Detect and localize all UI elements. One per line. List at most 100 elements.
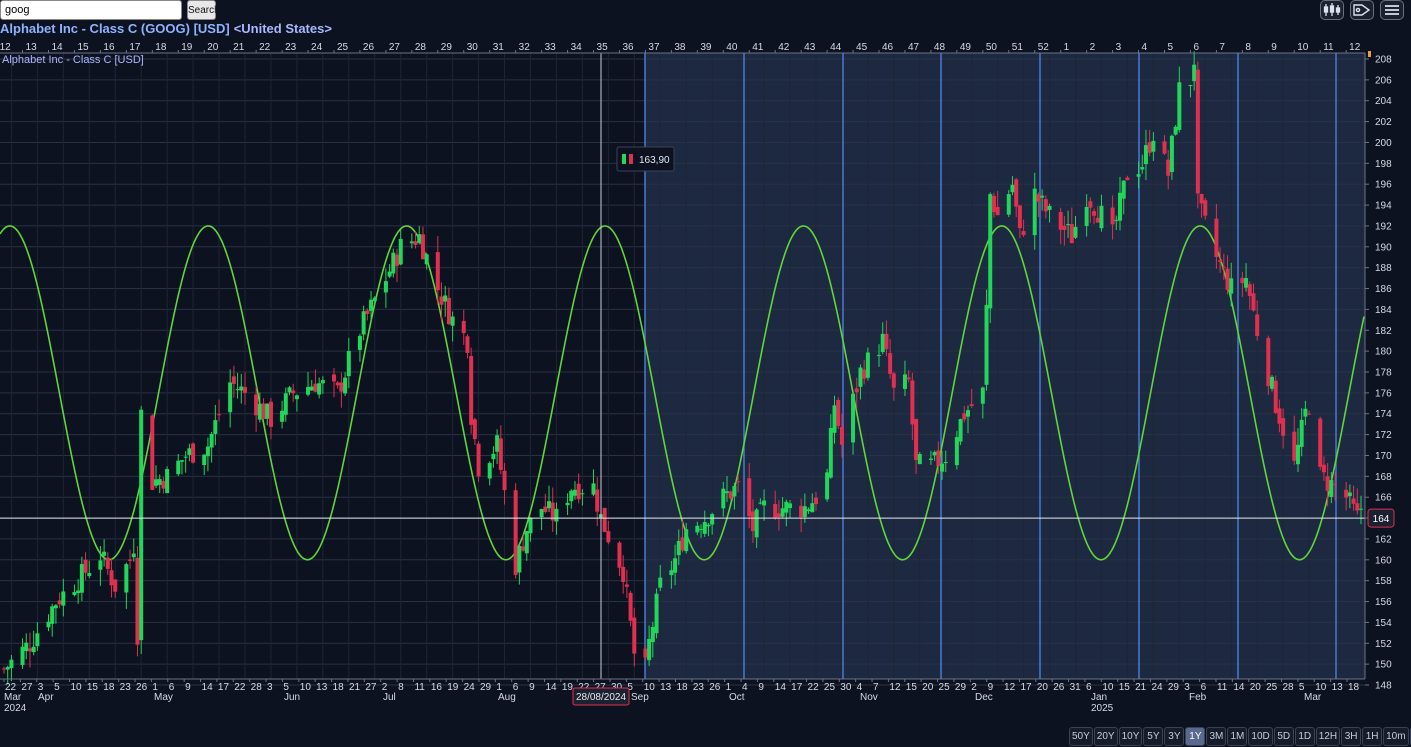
- week-label: 31: [493, 42, 505, 53]
- candle: [461, 309, 466, 345]
- candle: [61, 578, 66, 617]
- timeframe-button-1m[interactable]: 1M: [1227, 727, 1248, 746]
- candle: [417, 226, 422, 245]
- timeframe-button-1y[interactable]: 1Y: [1185, 727, 1206, 746]
- y-tick-label: 176: [1375, 388, 1392, 399]
- day-label: 10: [71, 682, 83, 693]
- candle: [50, 603, 55, 637]
- timeframe-button-10d[interactable]: 10D: [1248, 727, 1273, 746]
- candle: [313, 369, 318, 393]
- timeframe-button-3m[interactable]: 3M: [1206, 727, 1227, 746]
- day-label: 24: [1151, 682, 1163, 693]
- timeframe-button-10y[interactable]: 10Y: [1118, 727, 1143, 746]
- candle: [268, 397, 273, 440]
- day-label: 5: [54, 682, 60, 693]
- candle: [165, 466, 170, 494]
- timeframe-button-3y[interactable]: 3Y: [1164, 727, 1185, 746]
- timeframe-button-10m[interactable]: 10m: [1383, 727, 1409, 746]
- day-label: 18: [103, 682, 115, 693]
- chart-layer: [0, 51, 1366, 686]
- price-chart[interactable]: Alphabet Inc - Class C [USD] 14815015215…: [0, 0, 1411, 747]
- candle: [617, 541, 622, 576]
- week-label: 27: [389, 42, 401, 53]
- candle: [395, 248, 400, 283]
- timeframe-button-50y[interactable]: 50Y: [1069, 727, 1093, 746]
- candle: [242, 372, 247, 405]
- day-label: 29: [480, 682, 492, 693]
- week-label: 36: [622, 42, 634, 53]
- day-label: 18: [333, 682, 345, 693]
- candle: [27, 632, 32, 668]
- candle: [398, 229, 403, 266]
- month-label: Mar: [1304, 692, 1322, 703]
- candle: [988, 192, 993, 323]
- timeframe-button-3h[interactable]: 3H: [1341, 727, 1362, 746]
- week-label: 40: [726, 42, 738, 53]
- y-tick-label: 204: [1375, 96, 1392, 107]
- crosshair-price-badge: 164: [1367, 508, 1395, 528]
- y-tick-label: 168: [1375, 472, 1392, 483]
- candle: [176, 453, 181, 477]
- day-label: 14: [545, 682, 557, 693]
- timeframe-button-5d[interactable]: 5D: [1273, 727, 1294, 746]
- timeframe-button-12h[interactable]: 12H: [1315, 727, 1341, 746]
- y-tick-label: 178: [1375, 368, 1392, 379]
- candle: [239, 373, 244, 404]
- day-label: 20: [922, 682, 934, 693]
- week-label: 52: [1038, 42, 1050, 53]
- candle: [287, 385, 292, 396]
- month-label: Sep: [631, 692, 649, 703]
- day-label: 18: [677, 682, 689, 693]
- candle: [187, 443, 192, 461]
- candle: [213, 404, 218, 446]
- y-tick-label: 200: [1375, 138, 1392, 149]
- candle: [409, 233, 414, 249]
- candle-up-icon: [622, 154, 626, 164]
- timeframe-button-20y[interactable]: 20Y: [1093, 727, 1118, 746]
- candle: [606, 520, 611, 545]
- week-label: 15: [77, 42, 89, 53]
- candle: [191, 442, 196, 464]
- y-tick-label: 182: [1375, 326, 1392, 337]
- candle: [346, 337, 351, 388]
- candle: [183, 451, 188, 473]
- y-tick-label: 190: [1375, 242, 1392, 253]
- y-tick-label: 186: [1375, 284, 1392, 295]
- chart-label: Alphabet Inc - Class C [USD]: [2, 54, 144, 66]
- timeframe-button-1h[interactable]: 1H: [1362, 727, 1383, 746]
- candle: [554, 502, 559, 535]
- candle: [825, 468, 830, 502]
- day-label: 14: [1233, 682, 1245, 693]
- candle: [387, 264, 392, 279]
- week-label: 29: [441, 42, 453, 53]
- y-tick-label: 170: [1375, 451, 1392, 462]
- day-label: 15: [906, 682, 918, 693]
- candle: [487, 461, 492, 486]
- y-tick-label: 158: [1375, 576, 1392, 587]
- day-label: 11: [414, 682, 425, 693]
- candle: [83, 552, 88, 581]
- week-label: 6: [1193, 42, 1199, 53]
- candle: [135, 546, 140, 657]
- candle: [150, 414, 155, 491]
- timeframe-button-1d[interactable]: 1D: [1294, 727, 1315, 746]
- candle: [357, 333, 362, 362]
- day-label: 19: [447, 682, 459, 693]
- candle: [139, 405, 144, 654]
- day-label: 30: [840, 682, 852, 693]
- day-label: 3: [267, 682, 273, 693]
- candle: [261, 398, 266, 420]
- candle: [102, 539, 107, 567]
- month-label: Jun: [284, 692, 300, 703]
- day-label: 28: [1282, 682, 1294, 693]
- candle: [87, 560, 92, 579]
- month-label: Jan: [1091, 692, 1107, 703]
- candle: [465, 334, 470, 359]
- day-label: 11: [1217, 682, 1228, 693]
- y-axis: 148 150 152 154 156 158 160 162 164 166 168 170 172 1…: [1365, 51, 1392, 692]
- week-label: 47: [908, 42, 920, 53]
- week-label: 39: [700, 42, 712, 53]
- month-label: Nov: [860, 692, 878, 703]
- timeframe-button-5y[interactable]: 5Y: [1143, 727, 1164, 746]
- week-label: 11: [1323, 42, 1334, 53]
